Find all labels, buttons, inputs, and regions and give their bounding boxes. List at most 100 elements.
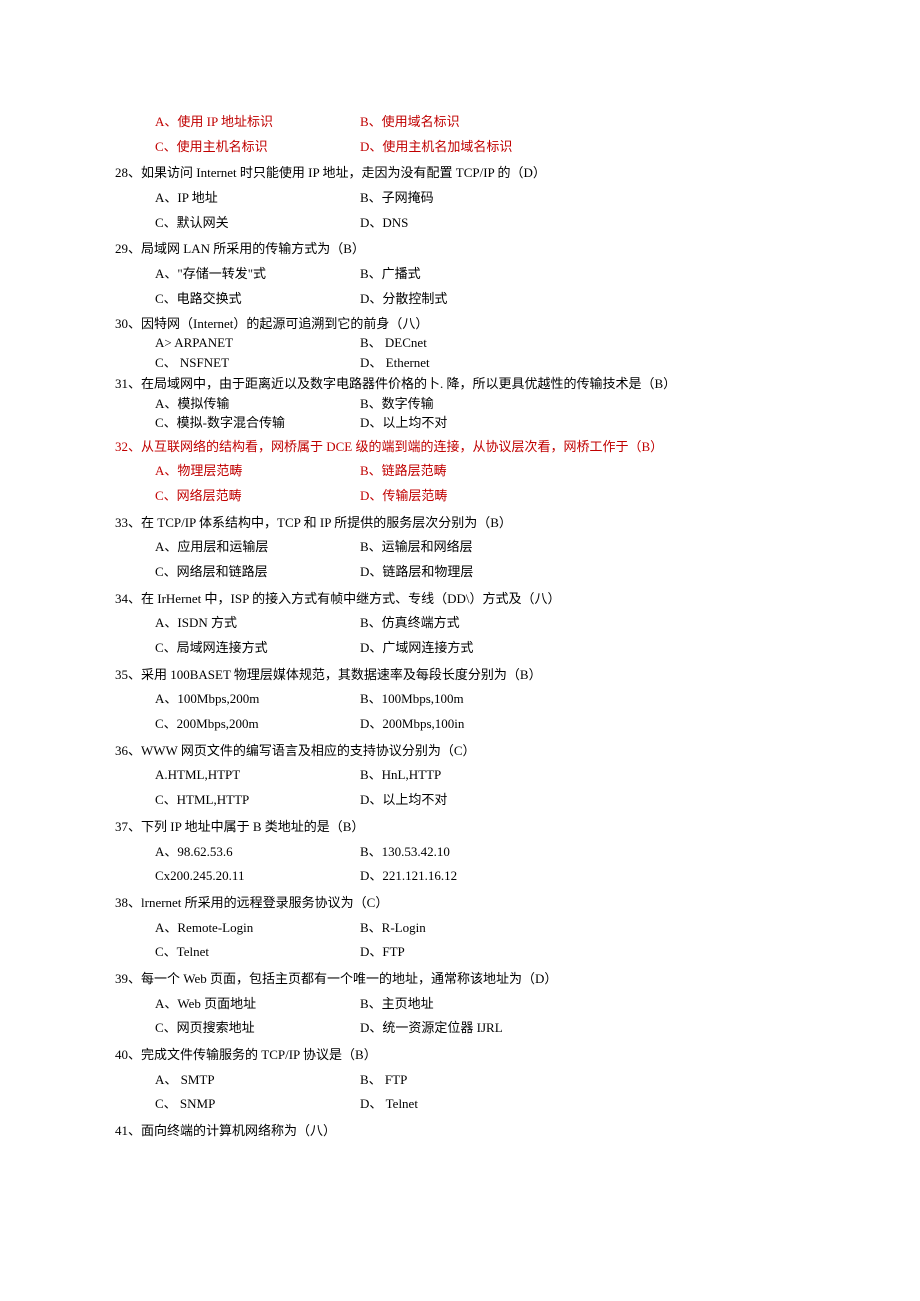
option: D、221.121.16.12 [360, 864, 565, 889]
question: 30、因特网（Internet）的起源可追溯到它的前身（八）A> ARPANET… [115, 314, 805, 373]
options-row: A、100Mbps,200mB、100Mbps,100m [155, 687, 805, 712]
option: D、广域网连接方式 [360, 636, 565, 661]
option: A、100Mbps,200m [155, 687, 360, 712]
option: C、局域网连接方式 [155, 636, 360, 661]
options-row: C、HTML,HTTPD、以上均不对 [155, 788, 805, 813]
options-row: A、物理层范畴B、链路层范畴 [155, 459, 805, 484]
options-row: A、 SMTPB、 FTP [155, 1068, 805, 1093]
option: C、 SNMP [155, 1092, 360, 1117]
options: A、98.62.53.6B、130.53.42.10Cx200.245.20.1… [115, 840, 805, 889]
question-text: 37、下列 IP 地址中属于 B 类地址的是（B） [115, 815, 805, 840]
options-row: A、98.62.53.6B、130.53.42.10 [155, 840, 805, 865]
option: C、默认网关 [155, 211, 360, 236]
option: A、 SMTP [155, 1068, 360, 1093]
options-row: C、网络层和链路层D、链路层和物理层 [155, 560, 805, 585]
question-text: 39、每一个 Web 页面，包括主页都有一个唯一的地址，通常称该地址为（D） [115, 967, 805, 992]
option: C、网络层和链路层 [155, 560, 360, 585]
question: 29、局域网 LAN 所采用的传输方式为（B）A、"存储一转发"式B、广播式C、… [115, 237, 805, 311]
option: D、使用主机名加域名标识 [360, 135, 565, 160]
option: A> ARPANET [155, 333, 360, 353]
options-row: C、模拟-数字混合传输D、以上均不对 [155, 413, 805, 433]
options-row: C、 SNMPD、 Telnet [155, 1092, 805, 1117]
options: A、Remote-LoginB、R-LoginC、TelnetD、FTP [115, 916, 805, 965]
options: A、ISDN 方式B、仿真终端方式C、局域网连接方式D、广域网连接方式 [115, 611, 805, 660]
options: A、物理层范畴B、链路层范畴C、网络层范畴D、传输层范畴 [115, 459, 805, 508]
options: A、Web 页面地址B、主页地址C、网页搜索地址D、统一资源定位器 IJRL [115, 992, 805, 1041]
question: 35、采用 100BASET 物理层媒体规范，其数据速率及每段长度分别为（B）A… [115, 663, 805, 737]
question: 28、如果访问 Internet 时只能使用 IP 地址，走因为没有配置 TCP… [115, 161, 805, 235]
options-row: C、200Mbps,200mD、200Mbps,100in [155, 712, 805, 737]
question: 36、WWW 网页文件的编写语言及相应的支持协议分别为（C）A.HTML,HTP… [115, 739, 805, 813]
option: A、模拟传输 [155, 394, 360, 414]
option: A、使用 IP 地址标识 [155, 110, 360, 135]
question: 41、面向终端的计算机网络称为（八） [115, 1119, 805, 1144]
options-row: A> ARPANETB、 DECnet [155, 333, 805, 353]
options: A.HTML,HTPTB、HnL,HTTPC、HTML,HTTPD、以上均不对 [115, 763, 805, 812]
option: B、130.53.42.10 [360, 840, 565, 865]
option: B、仿真终端方式 [360, 611, 565, 636]
option: B、HnL,HTTP [360, 763, 565, 788]
option: B、主页地址 [360, 992, 565, 1017]
question-text: 29、局域网 LAN 所采用的传输方式为（B） [115, 237, 805, 262]
options: A、使用 IP 地址标识B、使用域名标识C、使用主机名标识D、使用主机名加域名标… [115, 110, 805, 159]
option: D、统一资源定位器 IJRL [360, 1016, 565, 1041]
option: B、 DECnet [360, 333, 565, 353]
question-text: 31、在局域网中，由于距离近以及数字电路器件价格的卜. 降，所以更具优越性的传输… [115, 374, 805, 394]
options-row: A、Web 页面地址B、主页地址 [155, 992, 805, 1017]
options-row: A、应用层和运输层B、运输层和网络层 [155, 535, 805, 560]
question-text: 36、WWW 网页文件的编写语言及相应的支持协议分别为（C） [115, 739, 805, 764]
option: D、 Ethernet [360, 353, 565, 373]
options: A、100Mbps,200mB、100Mbps,100mC、200Mbps,20… [115, 687, 805, 736]
option: A、物理层范畴 [155, 459, 360, 484]
options-row: A、使用 IP 地址标识B、使用域名标识 [155, 110, 805, 135]
option: A、Remote-Login [155, 916, 360, 941]
option: D、以上均不对 [360, 413, 565, 433]
options-row: A、ISDN 方式B、仿真终端方式 [155, 611, 805, 636]
option: D、以上均不对 [360, 788, 565, 813]
option: A、Web 页面地址 [155, 992, 360, 1017]
option: C、模拟-数字混合传输 [155, 413, 360, 433]
options-row: C、网络层范畴D、传输层范畴 [155, 484, 805, 509]
question-text: 35、采用 100BASET 物理层媒体规范，其数据速率及每段长度分别为（B） [115, 663, 805, 688]
question: 31、在局域网中，由于距离近以及数字电路器件价格的卜. 降，所以更具优越性的传输… [115, 374, 805, 433]
options: A、 SMTPB、 FTPC、 SNMPD、 Telnet [115, 1068, 805, 1117]
options: A、IP 地址B、子网掩码C、默认网关D、DNS [115, 186, 805, 235]
option: D、FTP [360, 940, 565, 965]
option: B、运输层和网络层 [360, 535, 565, 560]
option: B、R-Login [360, 916, 565, 941]
option: B、 FTP [360, 1068, 565, 1093]
options-row: Cx200.245.20.11D、221.121.16.12 [155, 864, 805, 889]
option: C、网页搜索地址 [155, 1016, 360, 1041]
options-row: A、IP 地址B、子网掩码 [155, 186, 805, 211]
option: B、广播式 [360, 262, 565, 287]
question-text: 32、从互联网络的结构看，网桥属于 DCE 级的端到端的连接，从协议层次看，网桥… [115, 435, 805, 460]
question-text: 40、完成文件传输服务的 TCP/IP 协议是（B） [115, 1043, 805, 1068]
question: 38、lrnernet 所采用的远程登录服务协议为（C）A、Remote-Log… [115, 891, 805, 965]
option: B、链路层范畴 [360, 459, 565, 484]
question-text: 38、lrnernet 所采用的远程登录服务协议为（C） [115, 891, 805, 916]
option: D、分散控制式 [360, 287, 565, 312]
question-text: 30、因特网（Internet）的起源可追溯到它的前身（八） [115, 314, 805, 334]
option: A、ISDN 方式 [155, 611, 360, 636]
question-text: 41、面向终端的计算机网络称为（八） [115, 1119, 805, 1144]
options: A> ARPANETB、 DECnetC、 NSFNETD、 Ethernet [115, 333, 805, 372]
option: A、IP 地址 [155, 186, 360, 211]
options: A、应用层和运输层B、运输层和网络层C、网络层和链路层D、链路层和物理层 [115, 535, 805, 584]
option: B、数字传输 [360, 394, 565, 414]
option: B、使用域名标识 [360, 110, 565, 135]
options-row: C、使用主机名标识D、使用主机名加域名标识 [155, 135, 805, 160]
question-text: 34、在 IrHernet 中，ISP 的接入方式有帧中继方式、专线（DD\）方… [115, 587, 805, 612]
options-row: C、默认网关D、DNS [155, 211, 805, 236]
option: D、200Mbps,100in [360, 712, 565, 737]
option: Cx200.245.20.11 [155, 864, 360, 889]
question: 40、完成文件传输服务的 TCP/IP 协议是（B）A、 SMTPB、 FTPC… [115, 1043, 805, 1117]
option: A、应用层和运输层 [155, 535, 360, 560]
option: D、链路层和物理层 [360, 560, 565, 585]
options-row: C、电路交换式D、分散控制式 [155, 287, 805, 312]
option: D、DNS [360, 211, 565, 236]
options-row: A.HTML,HTPTB、HnL,HTTP [155, 763, 805, 788]
option: B、子网掩码 [360, 186, 565, 211]
option: D、传输层范畴 [360, 484, 565, 509]
options-row: A、"存储一转发"式B、广播式 [155, 262, 805, 287]
option: C、网络层范畴 [155, 484, 360, 509]
